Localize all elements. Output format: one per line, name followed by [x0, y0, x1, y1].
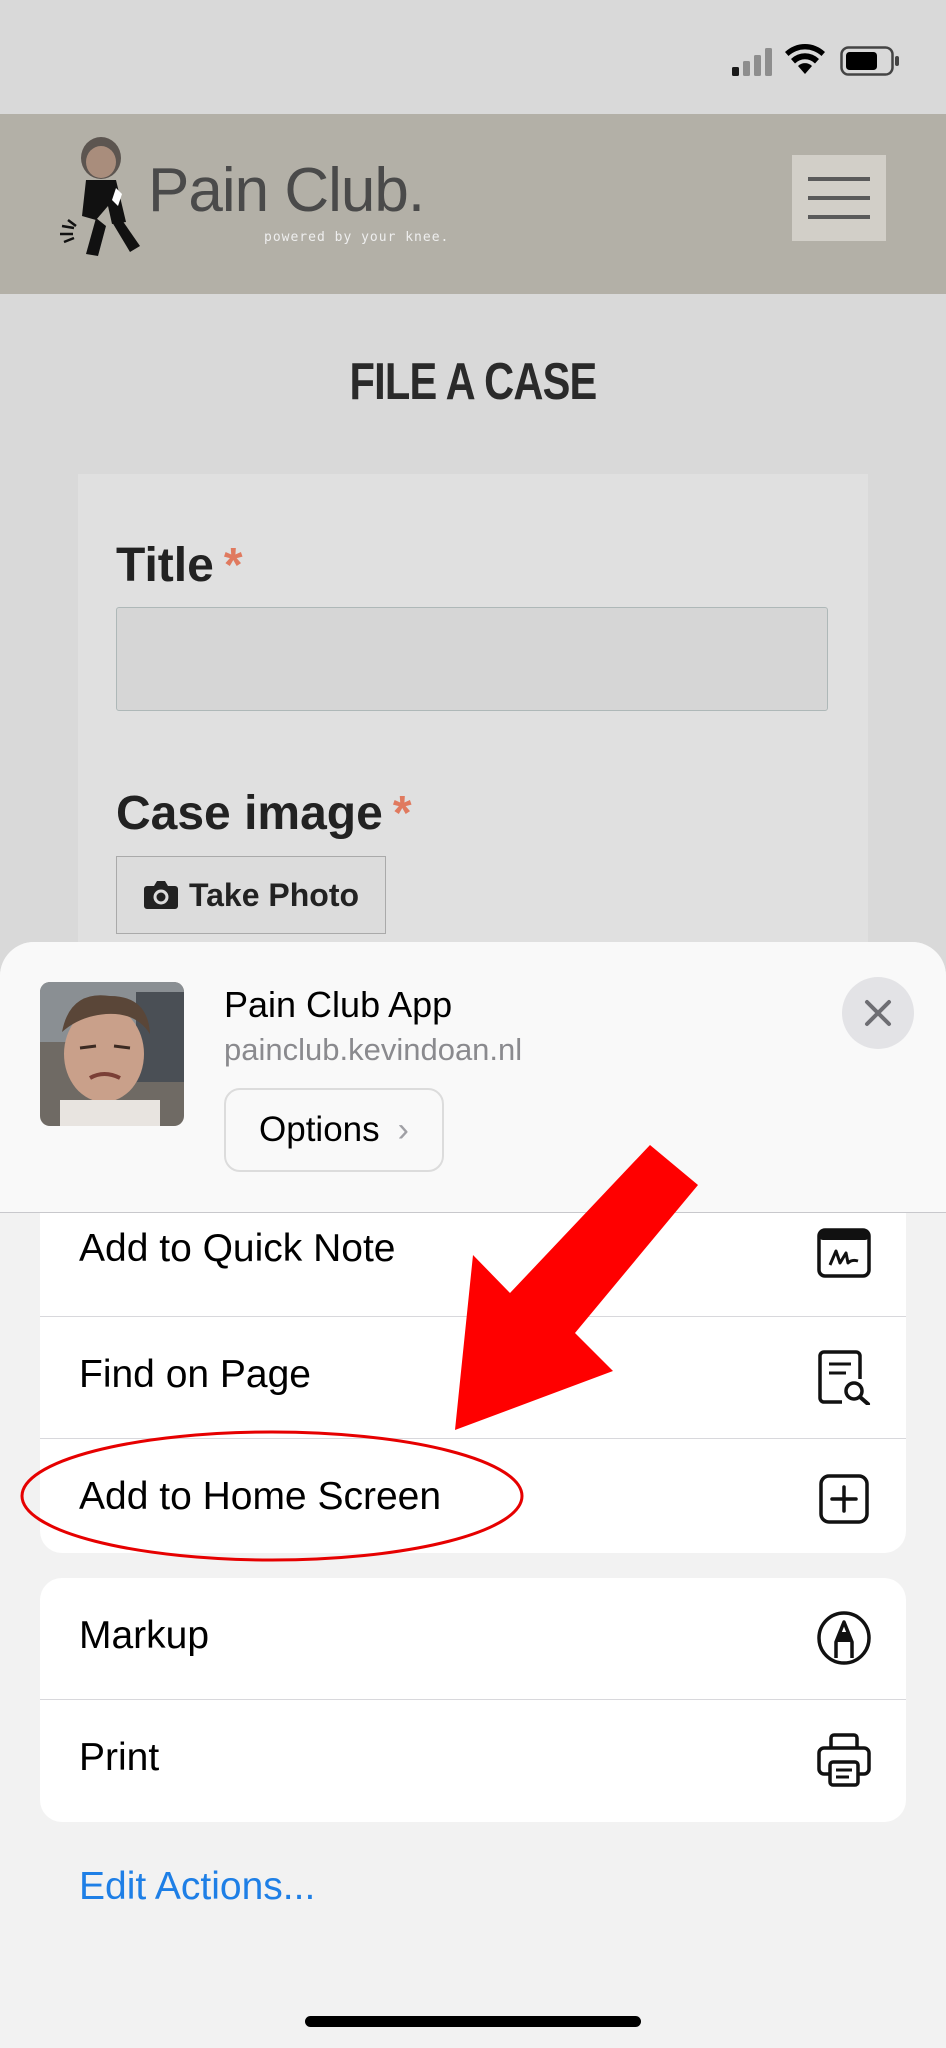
take-photo-button[interactable]: Take Photo — [116, 856, 386, 934]
wifi-icon — [785, 44, 825, 74]
title-label-text: Title — [116, 539, 214, 592]
camera-icon — [143, 881, 178, 909]
printer-icon — [817, 1733, 871, 1787]
title-label: Title * — [116, 538, 243, 593]
title-input[interactable] — [116, 607, 828, 711]
options-label: Options — [259, 1110, 380, 1149]
menu-button[interactable] — [792, 155, 886, 241]
action-label: Print — [79, 1736, 160, 1779]
logo-figure-icon — [60, 137, 140, 256]
cellular-signal-icon — [732, 48, 772, 76]
edit-actions-link[interactable]: Edit Actions... — [79, 1865, 315, 1909]
home-indicator — [305, 2016, 641, 2027]
logo-text: Pain Club. — [148, 156, 425, 225]
case-image-label-text: Case image — [116, 787, 383, 840]
actions-group-2: Markup Print — [40, 1578, 906, 1822]
required-marker: * — [392, 787, 412, 840]
take-photo-label: Take Photo — [188, 876, 360, 913]
find-on-page-icon — [818, 1350, 870, 1405]
close-button[interactable] — [842, 977, 914, 1049]
options-button[interactable]: Options › — [224, 1088, 444, 1172]
battery-icon — [840, 46, 899, 76]
action-label: Markup — [79, 1614, 210, 1657]
action-label: Find on Page — [79, 1353, 312, 1396]
action-markup[interactable]: Markup — [40, 1578, 906, 1700]
quick-note-icon — [817, 1228, 871, 1278]
page-title: FILE A CASE — [349, 353, 598, 411]
app-thumbnail — [40, 982, 184, 1126]
highlight-ellipse — [20, 1430, 524, 1562]
red-arrow-icon — [455, 1145, 698, 1430]
chevron-right-icon: › — [397, 1110, 409, 1149]
action-label: Add to Quick Note — [79, 1227, 396, 1270]
logo-tagline: powered by your knee. — [264, 230, 450, 245]
app-name: Pain Club App — [224, 984, 453, 1025]
add-square-icon — [819, 1474, 869, 1524]
action-print[interactable]: Print — [40, 1700, 906, 1822]
case-image-label: Case image * — [116, 786, 412, 841]
markup-icon — [817, 1611, 871, 1665]
close-icon — [865, 1000, 891, 1026]
app-url: painclub.kevindoan.nl — [224, 1032, 523, 1067]
required-marker: * — [223, 539, 243, 592]
